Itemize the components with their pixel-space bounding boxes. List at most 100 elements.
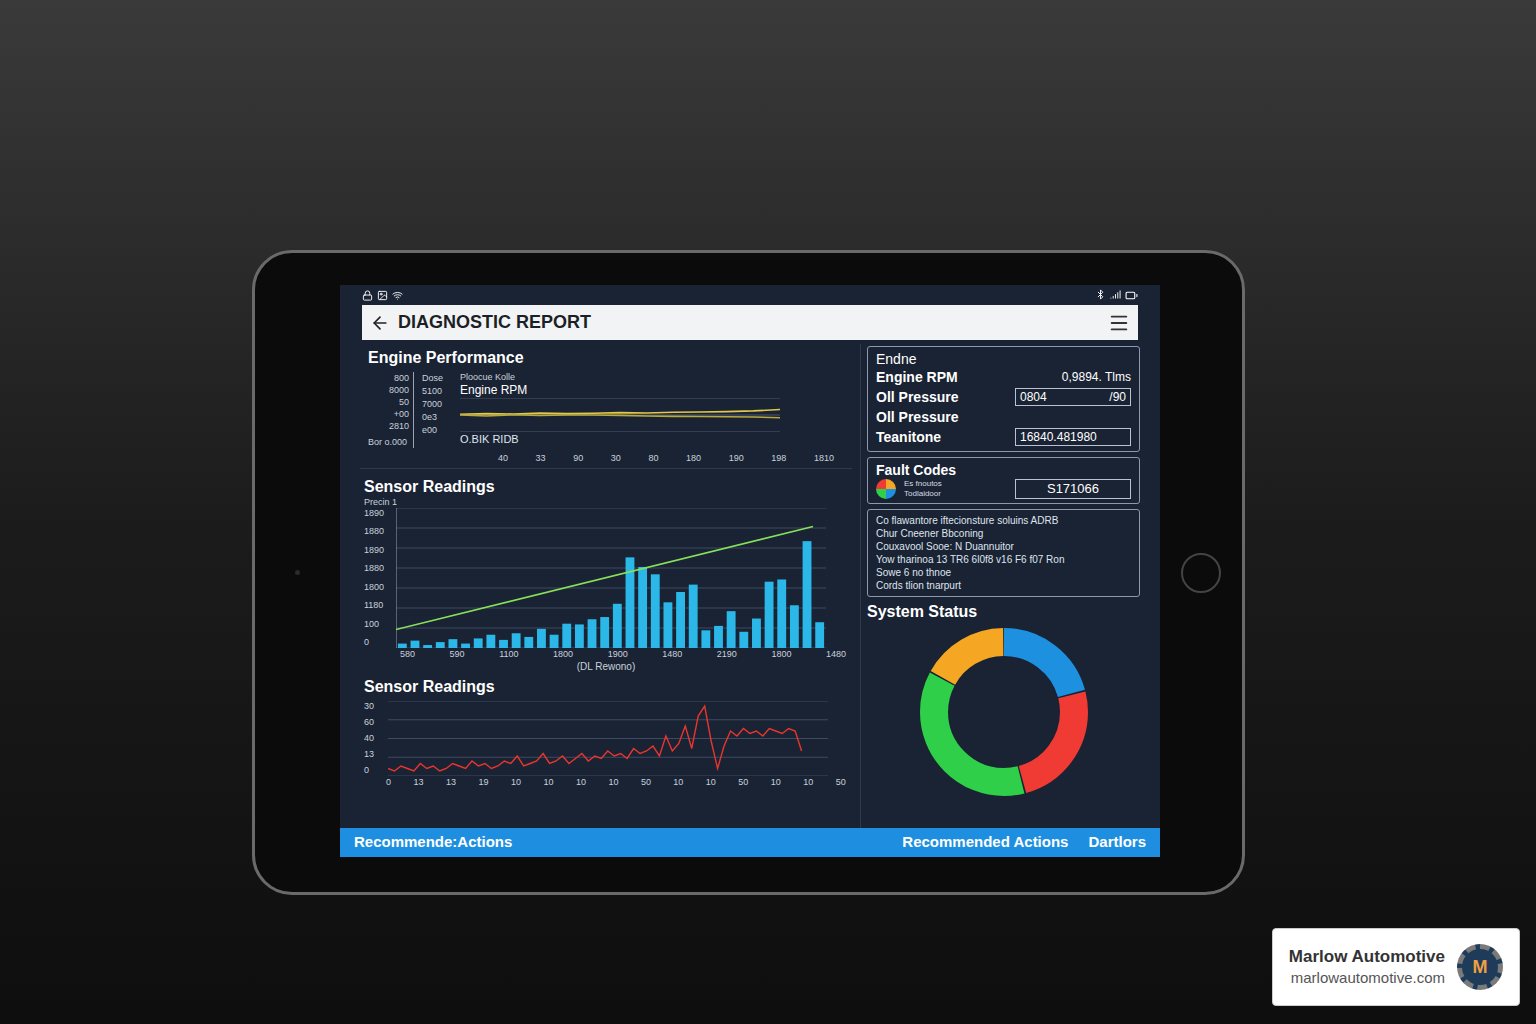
metric-field: 16840.481980 <box>1015 428 1131 446</box>
panel-title: Sensor Readings <box>364 677 848 697</box>
metric-label: Teanitone <box>876 428 941 446</box>
legend-top: Ploocue Kolle <box>460 372 780 383</box>
bar <box>588 619 597 648</box>
action-item[interactable]: Dartlors <box>1088 831 1146 854</box>
bar <box>562 624 571 648</box>
x-tick: 2190 <box>717 648 737 660</box>
x-tick: 13 <box>413 776 423 788</box>
camera-dot <box>295 570 300 575</box>
x-tick: 1100 <box>499 648 518 660</box>
bar <box>727 611 736 648</box>
metrics-heading: Endne <box>876 351 1131 367</box>
header-bar: DIAGNOSTIC REPORT <box>362 305 1138 340</box>
y-tick: 50 <box>368 396 409 408</box>
action-left[interactable]: Recommende:Actions <box>354 831 512 854</box>
metric-row: Oll Pressure0804/90 <box>876 387 1131 407</box>
x-tick: 1810 <box>814 452 834 464</box>
donut-segment <box>934 642 1074 782</box>
x-tick: 10 <box>706 776 716 788</box>
y-tick: 13 <box>364 749 384 760</box>
y-tick: Dose <box>422 372 452 385</box>
home-button[interactable] <box>1181 553 1221 593</box>
wifi-icon <box>392 290 403 301</box>
x-tick: 40 <box>498 452 508 464</box>
panel-title: Engine Performance <box>368 348 844 368</box>
header-title: DIAGNOSTIC REPORT <box>398 309 591 336</box>
y-tick: 7000 <box>422 398 452 411</box>
y-tick: 30 <box>364 701 384 712</box>
right-column: EndneEngine RPM0,9894. TlmsOll Pressure0… <box>860 344 1140 828</box>
action-item[interactable]: Recommended Actions <box>902 831 1068 854</box>
x-tick: 13 <box>446 776 456 788</box>
y-tick: e00 <box>422 424 452 437</box>
y-tick: 60 <box>364 717 384 728</box>
y-axis: 800800050+002810Bor o.000 <box>368 372 414 448</box>
y-tick: 1880 <box>364 526 392 537</box>
bar <box>613 604 622 648</box>
y-tick: +00 <box>368 408 409 420</box>
system-status: System Status <box>867 602 1140 798</box>
y-tick: 1890 <box>364 508 392 519</box>
x-tick: 50 <box>836 776 846 788</box>
system-status-donut <box>918 626 1090 798</box>
fault-caption: Todlaidoor <box>904 489 942 499</box>
bar <box>423 645 432 648</box>
note-line: Yow tharinoa 13 TR6 6l0f8 v16 F6 f07 Ron <box>876 553 1131 566</box>
signal-icon <box>1110 289 1121 300</box>
bar <box>777 579 786 648</box>
x-tick: 10 <box>608 776 618 788</box>
photo: DIAGNOSTIC REPORT Engine Performance 80080… <box>0 0 1536 1024</box>
x-tick: 33 <box>536 452 546 464</box>
x-tick: 0 <box>386 776 391 788</box>
battery-icon <box>1125 289 1138 302</box>
metric-row: Engine RPM0,9894. Tlms <box>876 367 1131 387</box>
y-tick: 1180 <box>364 600 392 611</box>
metric-value: 0,9894. Tlms <box>1062 368 1131 386</box>
lock-icon <box>362 290 373 301</box>
panel-title: Sensor Readings <box>364 477 848 497</box>
engine-chart: 800800050+002810Bor o.000Dose510070000e3… <box>368 372 844 448</box>
y-tick: 5100 <box>422 385 452 398</box>
x-tick: 10 <box>803 776 813 788</box>
x-tick: 10 <box>673 776 683 788</box>
bar <box>436 642 445 648</box>
x-tick: 10 <box>543 776 553 788</box>
donut-segment <box>934 642 1074 782</box>
bar <box>448 639 457 648</box>
bar <box>701 630 710 648</box>
bar <box>524 637 533 648</box>
bar <box>474 638 483 648</box>
y-axis: 1890188018901880180011801000 <box>364 508 392 648</box>
engine-performance-panel: Engine Performance 800800050+002810Bor o.… <box>360 344 852 469</box>
note-line: Sowe 6 no thnoe <box>876 566 1131 579</box>
x-axis: 01313191010101050101050101050 <box>364 776 848 788</box>
x-tick: 190 <box>729 452 744 464</box>
bar <box>689 585 698 648</box>
x-tick: 10 <box>511 776 521 788</box>
screen: DIAGNOSTIC REPORT Engine Performance 80080… <box>340 285 1160 857</box>
x-tick: 10 <box>576 776 586 788</box>
y-tick: 1890 <box>364 545 392 556</box>
bar <box>790 605 799 648</box>
y-tick: 40 <box>364 733 384 744</box>
bar <box>398 644 407 648</box>
x-axis: 5805901100180019001480219018001480 <box>364 648 848 660</box>
left-bezel <box>255 253 340 892</box>
y-axis: 306040130 <box>364 701 384 776</box>
image-icon <box>377 290 388 301</box>
line-plot <box>388 701 828 776</box>
y-tick: 1800 <box>364 582 392 593</box>
left-column: Engine Performance 800800050+002810Bor o.… <box>360 344 852 828</box>
content: Engine Performance 800800050+002810Bor o.… <box>340 340 1160 828</box>
fault-caption: Es fnoutos <box>904 479 942 489</box>
bar <box>537 629 546 648</box>
sensor-bars-panel: Sensor ReadingsPrecin 118901880189018801… <box>360 469 852 673</box>
gear-logo-icon: M <box>1457 944 1503 990</box>
menu-icon[interactable] <box>1108 312 1130 334</box>
pie-icon <box>876 479 896 499</box>
back-arrow-icon[interactable] <box>370 313 390 333</box>
note-line: Co flawantore iftecionsture soluins ADRB <box>876 514 1131 527</box>
brand-badge: Marlow Automotivemarlowautomotive.comM <box>1272 928 1520 1006</box>
bar <box>651 574 660 648</box>
metric-unit: /90 <box>1109 389 1126 405</box>
